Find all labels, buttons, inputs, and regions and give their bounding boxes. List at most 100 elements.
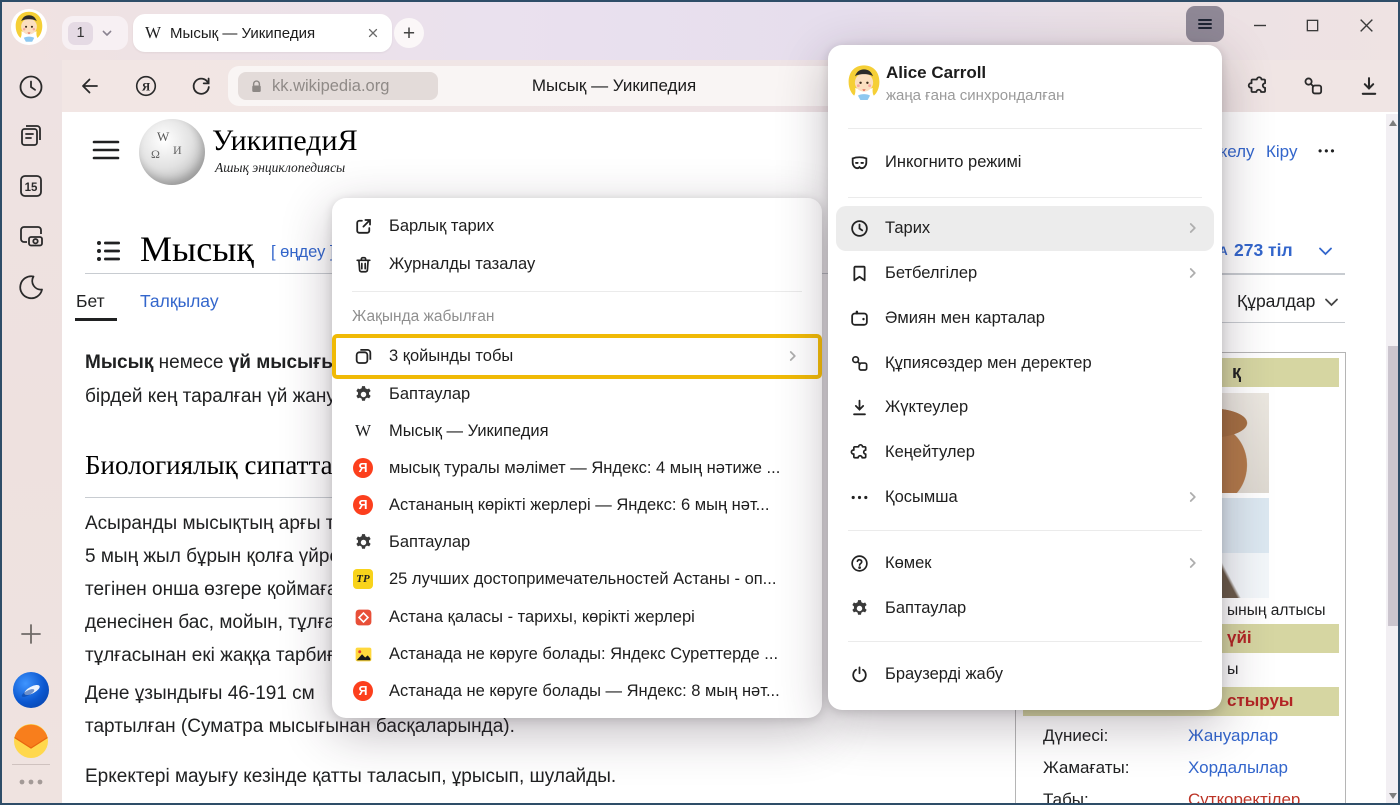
wiki-site-subtitle: Ашық энциклопедиясы	[215, 160, 345, 176]
language-chevron-icon[interactable]	[1318, 246, 1333, 257]
history-entry[interactable]: TP 25 лучших достопримечательностей Аста…	[332, 560, 822, 598]
user-name: Alice Carroll	[886, 63, 986, 83]
menu-item-wallet[interactable]: Әмиян мен карталар	[828, 299, 1222, 337]
history-entry[interactable]: Я Астананың көрікті жерлері — Яндекс: 6 …	[332, 486, 822, 524]
scrollbar-thumb[interactable]	[1388, 346, 1399, 626]
menu-item-incognito[interactable]: Инкогнито режимі	[828, 143, 1222, 181]
history-menu: Барлық тарих Журналды тазалау Жақында жа…	[332, 198, 822, 718]
menu-item-label: Кеңейтулер	[885, 443, 975, 462]
history-entry-label: Астана қаласы - тарихы, көрікті жерлері	[389, 608, 695, 627]
sidebar-divider	[12, 764, 50, 765]
menu-item-history[interactable]: Тарих	[828, 209, 1222, 247]
wiki-login-link[interactable]: Кіру	[1266, 142, 1297, 162]
taxo-value-link[interactable]: Хордалылар	[1188, 758, 1288, 778]
avatar-girl-icon	[10, 8, 48, 46]
menu-item-more[interactable]: Қосымша	[828, 478, 1222, 516]
menu-item-downloads[interactable]: Жүктеулер	[828, 388, 1222, 426]
url-text: kk.wikipedia.org	[272, 77, 389, 96]
minimize-button[interactable]	[1245, 12, 1275, 38]
tools-button[interactable]: Құралдар	[1237, 291, 1315, 312]
menu-item-tab-group[interactable]: 3 қойынды тобы	[332, 337, 822, 375]
tab-group-pill[interactable]: 1	[62, 16, 128, 50]
history-entry[interactable]: Астана қаласы - тарихы, көрікті жерлері	[332, 598, 822, 636]
history-entry[interactable]: W Мысық — Уикипедия	[332, 412, 822, 450]
menu-divider	[848, 641, 1202, 642]
menu-item-label: Баптаулар	[885, 599, 966, 618]
page-scrollbar[interactable]	[1386, 114, 1400, 805]
passwords-button[interactable]	[1298, 71, 1328, 101]
menu-item-bookmarks[interactable]: Бетбелгілер	[828, 254, 1222, 292]
menu-item-help[interactable]: Көмек	[828, 544, 1222, 582]
cat-photo-gray[interactable]	[1272, 498, 1339, 598]
tab-talk[interactable]: Талқылау	[140, 291, 219, 312]
scroll-down-arrow[interactable]	[1389, 793, 1397, 799]
close-window-button[interactable]	[1351, 12, 1381, 38]
taxo-value-link[interactable]: Жануарлар	[1188, 726, 1278, 746]
back-arrow-icon	[78, 74, 102, 98]
edit-link[interactable]: [ өңдеу ]	[271, 243, 335, 262]
wiki-site-title[interactable]: УикипедиЯ	[212, 124, 358, 158]
history-entry[interactable]: Баптаулар	[332, 523, 822, 561]
wikipedia-favicon: W	[145, 23, 161, 43]
paragraph-line: тартылған (Суматра мысығынан басқаларынд…	[85, 716, 515, 738]
avatar-girl-icon	[842, 61, 886, 105]
screenshot-icon	[16, 221, 46, 251]
sidebar-add-button[interactable]	[13, 616, 49, 652]
history-entry-label: 25 лучших достопримечательностей Астаны …	[389, 570, 776, 589]
wiki-more-menu[interactable]: •••	[1318, 144, 1337, 158]
yandex-search-button[interactable]: Я	[131, 71, 161, 101]
menu-item-passwords[interactable]: Құпиясөздер мен деректер	[828, 344, 1222, 382]
history-entry[interactable]: Астанада не көруге болады: Яндекс Суретт…	[332, 635, 822, 673]
menu-item-all-history[interactable]: Барлық тарих	[332, 207, 822, 245]
yandex-favicon: Я	[352, 457, 374, 479]
sidebar-yandex-mail-button[interactable]	[13, 723, 49, 759]
tools-chevron-icon[interactable]	[1324, 297, 1339, 308]
reload-button[interactable]	[186, 71, 216, 101]
new-tab-button[interactable]: +	[394, 18, 424, 48]
sidebar-calendar-button[interactable]: 15	[13, 168, 49, 204]
sidebar-history-button[interactable]	[13, 69, 49, 105]
profile-avatar[interactable]	[10, 8, 48, 46]
tab-page[interactable]: Бет	[76, 291, 105, 312]
menu-item-label: Қосымша	[885, 488, 958, 507]
wiki-menu-button[interactable]	[92, 138, 120, 162]
language-button[interactable]: 273 тіл	[1234, 240, 1293, 261]
active-tab[interactable]: W Мысық — Уикипедия	[133, 14, 392, 52]
menu-item-label: Барлық тарих	[389, 217, 494, 236]
menu-item-close-browser[interactable]: Браузерді жабу	[828, 655, 1222, 693]
sidebar-screenshot-button[interactable]	[13, 218, 49, 254]
domain-chip[interactable]: kk.wikipedia.org	[238, 72, 438, 100]
history-entry[interactable]: Я мысық туралы мәлімет — Яндекс: 4 мың н…	[332, 449, 822, 487]
sidebar-dark-mode-button[interactable]	[13, 269, 49, 305]
globe-glyphs: W	[157, 129, 169, 145]
taxo-label: Табы:	[1043, 790, 1089, 805]
menu-item-clear-journal[interactable]: Журналды тазалау	[332, 245, 822, 283]
browser-menu-button[interactable]	[1186, 6, 1224, 42]
sidebar-yandex-disk-button[interactable]	[13, 672, 49, 708]
menu-item-label: Әмиян мен карталар	[885, 309, 1045, 328]
sidebar-notes-button[interactable]	[13, 118, 49, 154]
maximize-button[interactable]	[1297, 12, 1327, 38]
wikipedia-globe-logo[interactable]: W Ω И	[139, 119, 205, 185]
menu-user-avatar[interactable]	[842, 61, 886, 105]
tab-close-icon[interactable]	[366, 26, 380, 40]
section-label-recently-closed: Жақында жабылған	[332, 298, 822, 336]
extensions-button[interactable]	[1243, 71, 1273, 101]
sync-status: жаңа ғана синхрондалған	[886, 87, 1064, 104]
menu-item-extensions[interactable]: Кеңейтулер	[828, 433, 1222, 471]
chevron-right-icon	[1184, 219, 1202, 237]
cat-photo-orange[interactable]	[1272, 393, 1339, 493]
downloads-button[interactable]	[1354, 71, 1384, 101]
history-entry[interactable]: Я Астанада не көруге болады — Яндекс: 8 …	[332, 672, 822, 710]
puzzle-icon	[1246, 74, 1270, 98]
sidebar-more-button[interactable]	[13, 772, 49, 792]
scroll-up-arrow[interactable]	[1389, 120, 1397, 126]
history-entry-label: мысық туралы мәлімет — Яндекс: 4 мың нәт…	[389, 459, 780, 478]
menu-item-settings[interactable]: Баптаулар	[332, 375, 822, 413]
taxo-value-redlink[interactable]: Сүтқоректілер	[1188, 790, 1300, 805]
paragraph-line: тұлғасынан екі жаққа тарбиған	[85, 645, 355, 667]
back-button[interactable]	[75, 71, 105, 101]
chevron-right-icon	[784, 347, 802, 365]
wiki-toc-button[interactable]	[96, 239, 122, 263]
menu-item-settings[interactable]: Баптаулар	[828, 589, 1222, 627]
